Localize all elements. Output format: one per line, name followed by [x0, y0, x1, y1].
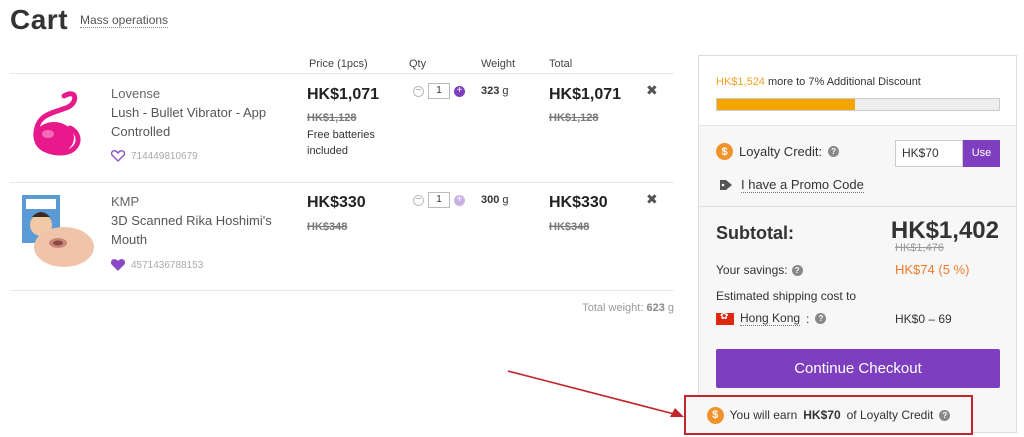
weight-value: 323 [481, 85, 500, 97]
qty-decrease-button[interactable]: − [413, 85, 424, 97]
discount-progress-fill [717, 99, 856, 110]
discount-message: HK$1,524 more to 7% Additional Discount [716, 76, 921, 88]
shipping-country-row: Hong Kong: ? [716, 311, 827, 326]
cart-item: Lovense Lush - Bullet Vibrator - App Con… [10, 74, 674, 182]
shipping-label: Estimated shipping cost to [716, 289, 857, 303]
qty-increase-button[interactable]: + [454, 85, 465, 97]
item-weight: 323 g [481, 85, 509, 97]
remove-item-button[interactable]: ✖ [646, 191, 658, 208]
col-header-qty: Qty [409, 58, 427, 70]
total-weight-value: 623 [646, 302, 665, 314]
promo-code-row: I have a Promo Code [719, 177, 864, 193]
favorite-heart-icon[interactable] [111, 150, 125, 162]
mass-operations-link[interactable]: Mass operations [80, 13, 169, 28]
product-name[interactable]: Lush - Bullet Vibrator - App Controlled [111, 103, 281, 141]
promo-code-link[interactable]: I have a Promo Code [741, 177, 864, 193]
coin-icon: $ [716, 143, 733, 160]
remove-item-button[interactable]: ✖ [646, 82, 658, 99]
savings-row: Your savings: ? [716, 263, 803, 277]
col-header-weight: Weight [481, 58, 516, 70]
coin-icon: $ [706, 406, 724, 424]
cart-item: KMP 3D Scanned Rika Hoshimi's Mouth 4571… [10, 183, 674, 290]
divider [699, 206, 1016, 207]
total-weight-unit: g [667, 302, 674, 314]
line-total: HK$1,071 [549, 86, 622, 103]
quantity-stepper: − 1 + [413, 83, 465, 99]
loyalty-earn-notice: $ You will earn HK$70 of Loyalty Credit … [684, 395, 973, 435]
discount-amount: HK$1,524 [716, 76, 765, 88]
tag-icon [720, 180, 732, 190]
col-header-price: Price (1pcs) [309, 58, 368, 70]
qty-increase-button[interactable]: + [454, 194, 465, 206]
qty-input[interactable]: 1 [428, 83, 450, 99]
line-total-old: HK$348 [549, 221, 590, 233]
help-icon[interactable]: ? [939, 409, 951, 421]
unit-price-old: HK$348 [307, 221, 348, 233]
col-header-total: Total [549, 58, 573, 70]
weight-value: 300 [481, 194, 500, 206]
loyalty-credit-row: $ Loyalty Credit: ? [716, 143, 840, 160]
continue-checkout-button[interactable]: Continue Checkout [716, 349, 1000, 388]
earn-suffix: of Loyalty Credit [846, 408, 934, 422]
sku-row: 714449810679 [111, 150, 198, 162]
help-icon[interactable]: ? [815, 313, 827, 324]
qty-decrease-button[interactable]: − [413, 194, 424, 206]
shipping-cost: HK$0 – 69 [895, 312, 952, 326]
use-credit-button[interactable]: Use [963, 140, 1000, 167]
sku-row: 4571436788153 [111, 259, 203, 271]
product-name[interactable]: 3D Scanned Rika Hoshimi's Mouth [111, 211, 281, 249]
total-weight: Total weight: 623 g [582, 302, 674, 314]
hong-kong-flag-icon [716, 311, 734, 325]
shipping-country-link[interactable]: Hong Kong [740, 311, 801, 326]
help-icon[interactable]: ? [828, 146, 840, 157]
order-summary-panel: HK$1,524 more to 7% Additional Discount … [698, 55, 1017, 433]
loyalty-credit-input[interactable]: HK$70 [895, 140, 963, 167]
page-title: Cart [10, 4, 69, 35]
product-brand[interactable]: Lovense [111, 86, 160, 101]
unit-price-old: HK$1,128 [307, 112, 357, 124]
savings-label: Your savings: [716, 263, 788, 277]
subtotal-old-value: HK$1,476 [895, 242, 944, 254]
product-image-vibrator[interactable] [18, 82, 98, 162]
quantity-stepper: − 1 + [413, 192, 465, 208]
item-weight: 300 g [481, 194, 509, 206]
product-sku: 4571436788153 [131, 259, 204, 271]
loyalty-credit-label: Loyalty Credit: [739, 144, 823, 159]
discount-progress-section: HK$1,524 more to 7% Additional Discount [699, 56, 1016, 126]
divider [10, 290, 674, 291]
discount-progress-bar [716, 98, 1000, 111]
weight-unit: g [502, 194, 509, 206]
product-brand[interactable]: KMP [111, 194, 139, 209]
line-total: HK$330 [549, 194, 608, 211]
unit-price: HK$1,071 [307, 86, 380, 103]
product-note: Free batteries included [307, 129, 375, 157]
total-weight-label: Total weight: [582, 302, 644, 314]
weight-unit: g [502, 85, 509, 97]
discount-text: more to 7% Additional Discount [768, 76, 921, 88]
product-sku: 714449810679 [131, 150, 198, 162]
line-total-old: HK$1,128 [549, 112, 599, 124]
product-image-masturbator[interactable] [18, 191, 98, 271]
earn-amount: HK$70 [803, 408, 841, 422]
savings-value: HK$74 (5 %) [895, 262, 970, 277]
help-icon[interactable]: ? [791, 264, 803, 276]
unit-price: HK$330 [307, 194, 366, 211]
earn-prefix: You will earn [729, 408, 798, 422]
subtotal-value: HK$1,402 [890, 217, 999, 244]
annotation-arrow [507, 370, 684, 417]
qty-input[interactable]: 1 [428, 192, 450, 208]
subtotal-label: Subtotal: [716, 223, 794, 243]
favorite-heart-icon[interactable] [111, 259, 125, 271]
